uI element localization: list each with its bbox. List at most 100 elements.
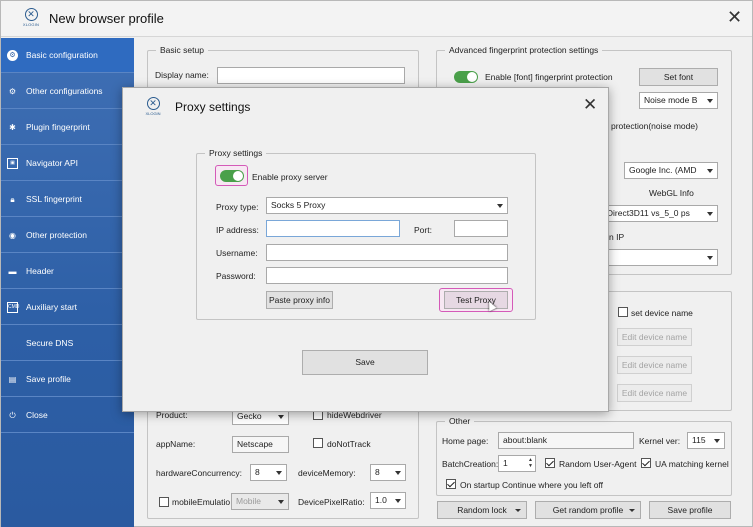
startup-continue-label: On startup Continue where you left off <box>460 480 604 490</box>
close-icon: ⏻ <box>9 410 16 420</box>
enable-proxy-toggle[interactable] <box>220 170 244 182</box>
webgl-renderer-select[interactable]: cs Direct3D11 vs_5_0 ps <box>591 205 718 222</box>
appname-label: appName: <box>156 439 196 449</box>
sidebar-item-secure-dns[interactable]: Secure DNS <box>1 326 134 361</box>
sidebar-item-navigator-api[interactable]: ▣ Navigator API <box>1 146 134 181</box>
dialog-close-icon[interactable]: ✕ <box>583 95 597 115</box>
display-name-label: Display name: <box>155 70 209 80</box>
mobile-emulation-label: mobileEmulatio <box>172 497 231 507</box>
do-not-track-checkbox[interactable] <box>313 438 323 448</box>
set-font-button[interactable]: Set font <box>639 68 718 86</box>
save-icon: ▤ <box>8 374 17 384</box>
shield-icon: ◉ <box>9 230 16 240</box>
password-input[interactable] <box>266 267 508 284</box>
username-label: Username: <box>216 248 258 258</box>
hw-concurrency-label: hardwareConcurrency: <box>156 468 242 478</box>
ip-label: n IP <box>609 232 625 242</box>
advanced-legend: Advanced fingerprint protection settings <box>449 45 599 55</box>
kernel-ver-label: Kernel ver: <box>639 436 681 446</box>
random-ua-checkbox[interactable] <box>545 458 555 468</box>
webgl-info-label: WebGL Info <box>649 188 694 198</box>
sidebar-item-label: Close <box>26 410 48 420</box>
sidebar-item-label: Plugin fingerprint <box>26 122 90 132</box>
sidebar-item-save-profile[interactable]: ▤ Save profile <box>1 362 134 397</box>
sidebar-item-plugin-fingerprint[interactable]: ✱ Plugin fingerprint <box>1 110 134 145</box>
noise-mode-select[interactable]: Noise mode B <box>639 92 718 109</box>
sidebar-item-basic-configuration[interactable]: ⚙ Basic configuration <box>1 38 134 73</box>
window-title: New browser profile <box>49 11 164 26</box>
stepper-arrows-icon[interactable]: ▲ ▼ <box>528 457 533 469</box>
get-random-profile-button[interactable]: Get random profile <box>535 501 641 519</box>
batch-creation-stepper[interactable]: 1 ▲ ▼ <box>498 455 536 472</box>
home-page-label: Home page: <box>442 436 489 446</box>
sidebar-item-label: Secure DNS <box>26 338 74 348</box>
sidebar-item-ssl-fingerprint[interactable]: 🔒︎ SSL fingerprint <box>1 182 134 217</box>
port-input[interactable] <box>454 220 508 237</box>
port-label: Port: <box>414 225 432 235</box>
proxy-type-label: Proxy type: <box>216 202 259 212</box>
batch-creation-value: 1 <box>503 458 508 468</box>
device-pixel-ratio-label: DevicePixelRatio: <box>298 497 365 507</box>
edit-device-name-button-3[interactable]: Edit device name <box>617 384 692 402</box>
ip-address-label: IP address: <box>216 225 259 235</box>
ip-select[interactable] <box>591 249 718 266</box>
app-logo: ✕ XLOGIN <box>22 8 40 27</box>
protection-noise-label: protection(noise mode) <box>611 121 698 131</box>
settings-icon: ⚙ <box>8 86 17 96</box>
startup-continue-checkbox[interactable] <box>446 479 456 489</box>
device-pixel-ratio-select[interactable]: 1.0 <box>370 492 406 509</box>
sidebar-item-auxiliary-start[interactable]: CMD Auxiliary start <box>1 290 134 325</box>
enable-proxy-label: Enable proxy server <box>252 172 328 182</box>
display-name-input[interactable] <box>217 67 405 84</box>
sidebar: ⚙ Basic configuration ⚙ Other configuratio… <box>1 38 134 527</box>
window-close-icon[interactable]: ✕ <box>727 7 742 27</box>
header-icon: ▬ <box>8 266 17 276</box>
random-lock-button[interactable]: Random lock <box>437 501 527 519</box>
gear-icon: ⚙ <box>7 49 18 61</box>
sidebar-item-label: Navigator API <box>26 158 78 168</box>
edit-device-name-button-1[interactable]: Edit device name <box>617 328 692 346</box>
sidebar-item-other-configurations[interactable]: ⚙ Other configurations <box>1 74 134 109</box>
home-page-input[interactable]: about:blank <box>498 432 634 449</box>
sidebar-item-label: Header <box>26 266 54 276</box>
proxy-type-select[interactable]: Socks 5 Proxy <box>266 197 508 214</box>
plugin-icon: ✱ <box>9 122 16 132</box>
appname-input[interactable]: Netscape <box>232 436 289 453</box>
sidebar-item-label: Basic configuration <box>26 50 98 60</box>
other-legend: Other <box>449 416 471 426</box>
test-proxy-button[interactable]: Test Proxy <box>444 291 508 309</box>
sidebar-item-close[interactable]: ⏻ Close <box>1 398 134 433</box>
ua-matching-label: UA matching kernel <box>655 459 729 469</box>
webgl-vendor-select[interactable]: Google Inc. (AMD <box>624 162 718 179</box>
mobile-emulation-checkbox[interactable] <box>159 497 169 507</box>
random-ua-label: Random User-Agent <box>559 459 637 469</box>
edit-device-name-button-2[interactable]: Edit device name <box>617 356 692 374</box>
proxy-save-button[interactable]: Save <box>302 350 428 375</box>
sidebar-item-label: Auxiliary start <box>26 302 78 312</box>
font-protection-toggle[interactable] <box>454 71 478 83</box>
mobile-select[interactable]: Mobile <box>231 493 289 510</box>
dialog-logo: ✕ XLOGIN <box>145 97 161 116</box>
set-device-name-checkbox[interactable] <box>618 307 628 317</box>
batch-creation-label: BatchCreation: <box>442 459 499 469</box>
proxy-settings-dialog: ✕ XLOGIN Proxy settings ✕ Proxy settings… <box>122 87 609 412</box>
save-profile-button[interactable]: Save profile <box>649 501 731 519</box>
sidebar-item-label: Save profile <box>26 374 71 384</box>
proxy-group-legend: Proxy settings <box>209 148 263 158</box>
sidebar-item-label: Other configurations <box>26 86 103 96</box>
sidebar-item-other-protection[interactable]: ◉ Other protection <box>1 218 134 253</box>
cmd-icon: CMD <box>7 301 19 313</box>
hw-concurrency-select[interactable]: 8 <box>250 464 287 481</box>
paste-proxy-info-button[interactable]: Paste proxy info <box>266 291 333 309</box>
device-memory-label: deviceMemory: <box>298 468 356 478</box>
kernel-ver-select[interactable]: 115 <box>687 432 725 449</box>
set-device-name-label: set device name <box>631 308 693 318</box>
ua-matching-checkbox[interactable] <box>641 458 651 468</box>
dialog-title: Proxy settings <box>175 100 251 114</box>
navigator-icon: ▣ <box>7 157 18 169</box>
password-label: Password: <box>216 271 256 281</box>
sidebar-item-header[interactable]: ▬ Header <box>1 254 134 289</box>
ip-address-input[interactable] <box>266 220 400 237</box>
username-input[interactable] <box>266 244 508 261</box>
device-memory-select[interactable]: 8 <box>370 464 406 481</box>
